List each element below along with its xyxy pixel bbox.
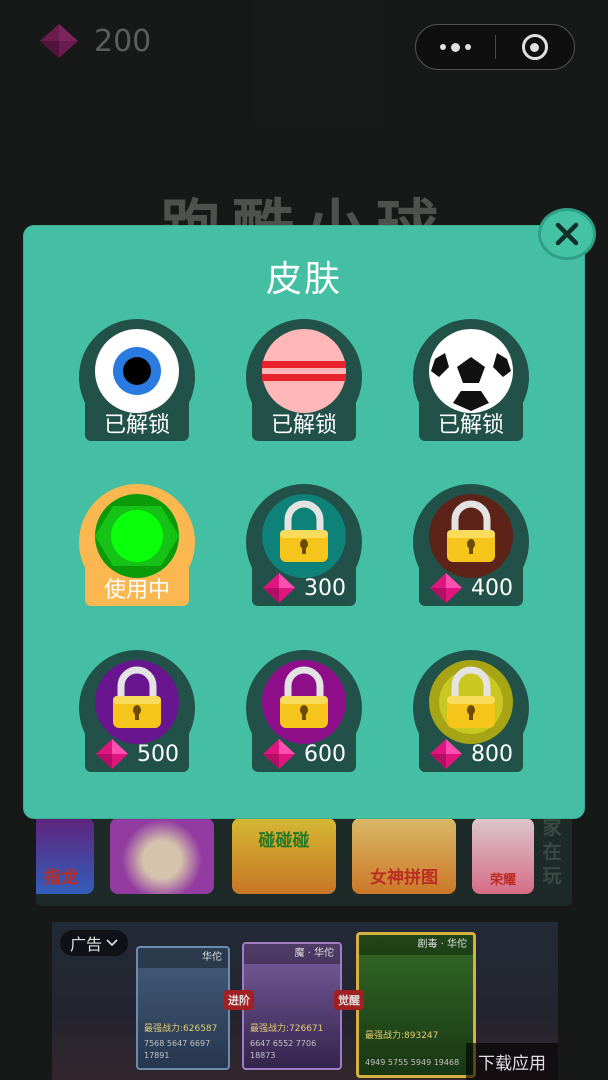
skin-price: 400 [413, 570, 529, 606]
skin-price-value: 800 [471, 741, 513, 767]
skin-status-label: 已解锁 [437, 413, 504, 438]
gem-icon [430, 739, 462, 769]
skin-status-label: 已解锁 [103, 413, 170, 438]
skin-tile-locked[interactable]: 400 [413, 484, 529, 606]
skin-tile[interactable]: 已解锁 [79, 319, 195, 441]
skin-tile-locked[interactable]: 800 [413, 650, 529, 772]
skin-price-value: 500 [137, 741, 179, 767]
skin-price-value: 400 [471, 575, 513, 601]
close-x-icon [555, 222, 579, 246]
skin-tile-locked[interactable]: 500 [79, 650, 195, 772]
skin-tile[interactable]: 已解锁 [413, 319, 529, 441]
skin-price: 300 [246, 570, 362, 606]
skin-price: 500 [79, 736, 195, 772]
skin-price-value: 300 [304, 575, 346, 601]
gem-icon [430, 573, 462, 603]
gem-icon [96, 739, 128, 769]
skin-tile[interactable]: 已解锁 [246, 319, 362, 441]
skin-modal: 皮肤 已解锁 已解锁 已解锁 使用中 300 400 500 600 800 [24, 226, 584, 818]
skin-price-value: 600 [304, 741, 346, 767]
skin-status-label: 已解锁 [270, 413, 337, 438]
close-button[interactable] [538, 208, 596, 260]
gem-icon [263, 739, 295, 769]
skin-tile-locked[interactable]: 600 [246, 650, 362, 772]
modal-title: 皮肤 [265, 259, 342, 300]
skin-price: 600 [246, 736, 362, 772]
skin-status-label: 使用中 [103, 578, 170, 603]
skin-tile-locked[interactable]: 300 [246, 484, 362, 606]
gem-icon [263, 573, 295, 603]
skin-price: 800 [413, 736, 529, 772]
skin-tile-in-use[interactable]: 使用中 [79, 484, 195, 606]
